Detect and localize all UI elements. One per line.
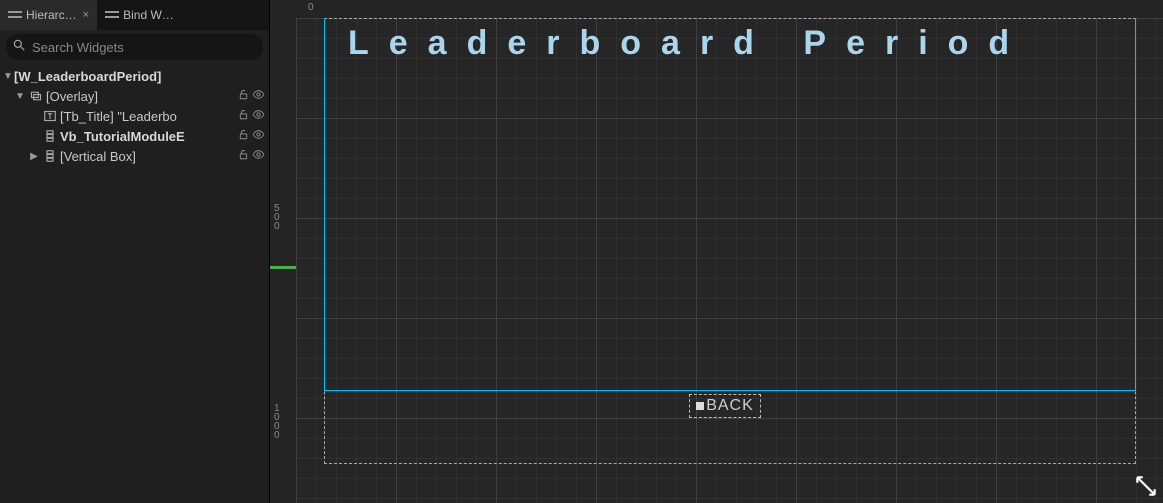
tree-row-tb-title[interactable]: ▼ [Tb_Title] "Leaderbo xyxy=(0,106,269,126)
tab-bind-widgets[interactable]: Bind W… xyxy=(97,0,182,30)
eye-icon[interactable] xyxy=(252,108,265,124)
tab-hierarchy[interactable]: Hierarc… × xyxy=(0,0,97,30)
vertical-box-icon xyxy=(43,130,57,142)
eye-icon[interactable] xyxy=(252,148,265,164)
unlock-icon[interactable] xyxy=(237,128,250,144)
chevron-right-icon[interactable]: ▶ xyxy=(28,151,40,162)
panel-tabs: Hierarc… × Bind W… xyxy=(0,0,269,30)
designer-viewport: 0 500 1000 Leaderboard Period BACK xyxy=(270,0,1163,503)
tab-bind-label: Bind W… xyxy=(123,8,174,22)
back-button-label: BACK xyxy=(706,397,754,415)
widget-title-text: Leaderboard Period xyxy=(348,24,1029,63)
ruler-tick: 0 xyxy=(308,2,314,13)
tree-label-vb-tutorial: Vb_TutorialModuleE xyxy=(60,129,185,144)
tab-hierarchy-label: Hierarc… xyxy=(26,8,77,22)
chevron-down-icon[interactable]: ▼ xyxy=(14,91,26,102)
unlock-icon[interactable] xyxy=(237,148,250,164)
tree-label-vertical-box: [Vertical Box] xyxy=(60,149,136,164)
tree-label-overlay: [Overlay] xyxy=(46,89,98,104)
tree-label-tb-title: [Tb_Title] "Leaderbo xyxy=(60,109,177,124)
overlay-icon xyxy=(29,90,43,102)
tree-row-vertical-box[interactable]: ▶ [Vertical Box] xyxy=(0,146,269,166)
row-actions xyxy=(237,108,265,124)
ruler-horizontal: 0 xyxy=(296,0,1163,18)
selection-rect[interactable] xyxy=(324,18,1136,391)
row-actions xyxy=(237,148,265,164)
list-icon xyxy=(105,10,119,20)
tree-label-root: [W_LeaderboardPeriod] xyxy=(14,69,161,84)
ruler-tick: 1000 xyxy=(274,404,280,440)
back-glyph-icon xyxy=(696,402,704,410)
ruler-marker xyxy=(270,266,296,269)
unlock-icon[interactable] xyxy=(237,88,250,104)
search-icon xyxy=(12,38,26,57)
list-icon xyxy=(8,10,22,20)
search-input[interactable] xyxy=(26,40,257,55)
tree-row-overlay[interactable]: ▼ [Overlay] xyxy=(0,86,269,106)
hierarchy-panel: Hierarc… × Bind W… ▼ [W_LeaderboardPerio… xyxy=(0,0,270,503)
tree-row-root[interactable]: ▼ [W_LeaderboardPeriod] xyxy=(0,66,269,86)
designer-canvas[interactable]: Leaderboard Period BACK xyxy=(296,18,1163,503)
tree-row-vb-tutorial[interactable]: ▼ Vb_TutorialModuleE xyxy=(0,126,269,146)
vertical-box-icon xyxy=(43,150,57,162)
unlock-icon[interactable] xyxy=(237,108,250,124)
row-actions xyxy=(237,88,265,104)
resize-handle-icon[interactable] xyxy=(1133,473,1159,499)
ruler-tick: 500 xyxy=(274,204,280,231)
eye-icon[interactable] xyxy=(252,128,265,144)
close-icon[interactable]: × xyxy=(83,9,89,21)
app-root: Hierarc… × Bind W… ▼ [W_LeaderboardPerio… xyxy=(0,0,1163,503)
text-icon xyxy=(43,110,57,122)
search-row xyxy=(6,34,263,60)
hierarchy-tree: ▼ [W_LeaderboardPeriod] ▼ [Overlay] xyxy=(0,64,269,503)
row-actions xyxy=(237,128,265,144)
eye-icon[interactable] xyxy=(252,88,265,104)
ruler-vertical: 500 1000 xyxy=(270,18,296,503)
back-button[interactable]: BACK xyxy=(689,394,761,418)
chevron-down-icon[interactable]: ▼ xyxy=(2,71,14,82)
